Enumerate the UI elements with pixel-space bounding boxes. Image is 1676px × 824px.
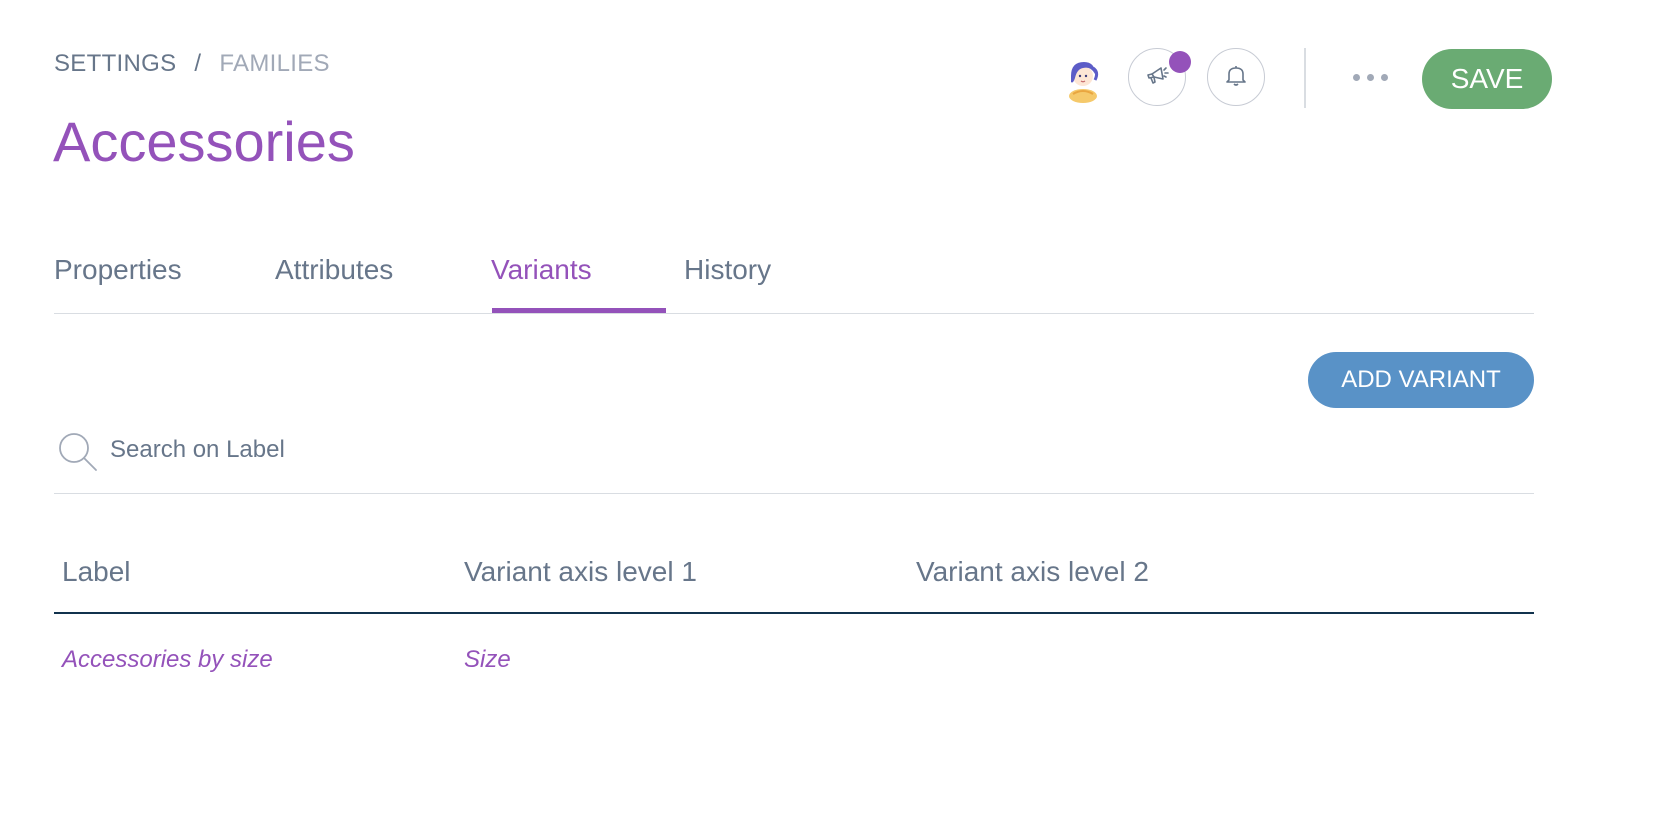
toolbar-divider: [1304, 48, 1306, 108]
more-options-button[interactable]: [1351, 68, 1390, 87]
column-header-axis-2: Variant axis level 2: [916, 556, 1149, 587]
bell-icon: [1223, 62, 1249, 93]
tab-attributes[interactable]: Attributes: [275, 254, 393, 286]
active-tab-indicator: [492, 308, 666, 313]
user-avatar-icon[interactable]: [1057, 54, 1109, 106]
breadcrumb-settings-link[interactable]: SETTINGS: [54, 50, 176, 78]
tab-bar: Properties Attributes Variants History: [54, 240, 1534, 314]
page-title: Accessories: [53, 110, 355, 173]
notifications-button[interactable]: [1207, 48, 1265, 106]
tab-history[interactable]: History: [684, 254, 771, 286]
table-row[interactable]: Accessories by size Size: [54, 614, 1534, 706]
variants-table: Label Variant axis level 1 Variant axis …: [54, 540, 1534, 706]
cell-axis-1: Size: [464, 646, 511, 673]
tab-properties[interactable]: Properties: [54, 254, 182, 286]
column-header-axis-1: Variant axis level 1: [464, 556, 697, 587]
add-variant-button[interactable]: ADD VARIANT: [1308, 352, 1534, 408]
breadcrumb: SETTINGS / FAMILIES: [54, 50, 330, 78]
tab-variants[interactable]: Variants: [491, 254, 592, 286]
announcements-badge-dot: [1169, 51, 1191, 73]
megaphone-icon: [1144, 62, 1170, 93]
search-input[interactable]: [110, 432, 1410, 468]
save-button[interactable]: SAVE: [1422, 49, 1552, 109]
search-bar: [54, 420, 1534, 494]
table-header: Label Variant axis level 1 Variant axis …: [54, 540, 1534, 614]
column-header-label: Label: [62, 556, 131, 587]
cell-label: Accessories by size: [62, 646, 273, 673]
more-horizontal-icon: [1353, 74, 1360, 81]
breadcrumb-families-link[interactable]: FAMILIES: [219, 50, 329, 78]
breadcrumb-separator: /: [194, 50, 202, 77]
more-horizontal-icon-dot: [1367, 74, 1374, 81]
header-toolbar: SAVE: [1055, 48, 1555, 110]
search-icon: [56, 430, 100, 474]
more-horizontal-icon-dot: [1381, 74, 1388, 81]
